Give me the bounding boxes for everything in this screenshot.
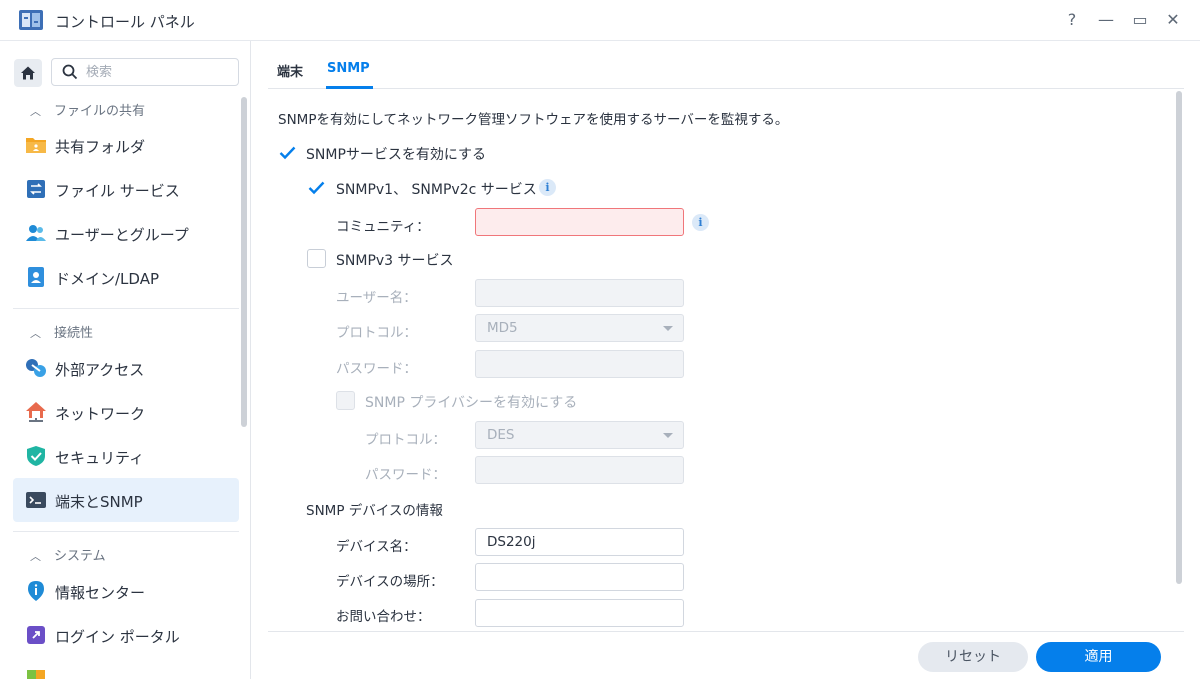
reset-button[interactable]: リセット	[918, 642, 1028, 672]
shield-icon	[27, 446, 45, 466]
network-icon	[26, 402, 46, 422]
tab-bar: 端末 SNMP	[268, 41, 1184, 89]
checkmark-icon	[279, 146, 296, 160]
sidebar-item-label: ファイル サービス	[55, 182, 180, 200]
contact-input[interactable]	[475, 599, 684, 627]
user-group-icon	[26, 225, 46, 241]
sidebar-item-label: 外部アクセス	[55, 361, 145, 379]
apply-button[interactable]: 適用	[1036, 642, 1161, 672]
username-input[interactable]	[475, 279, 684, 307]
device-name-input[interactable]	[475, 528, 684, 556]
password-input[interactable]	[475, 350, 684, 378]
domain-ldap-icon	[28, 267, 44, 287]
content-scrollbar[interactable]	[1176, 91, 1182, 584]
sidebar-item-label: 共有フォルダ	[55, 138, 146, 156]
section-header-connectivity[interactable]: ︿ 接続性	[30, 322, 93, 341]
chevron-up-icon: ︿	[30, 327, 41, 340]
sidebar-item-login-portal[interactable]: ログイン ポータル	[13, 613, 239, 657]
privacy-password-label: パスワード：	[365, 467, 446, 483]
dropdown-arrow-icon	[663, 326, 673, 331]
sidebar-item-label: ネットワーク	[55, 405, 146, 423]
shared-folder-icon	[26, 138, 46, 153]
info-center-icon	[28, 581, 44, 601]
snmp-v1v2c-label: SNMPv1、 SNMPv2c サービス	[336, 182, 537, 198]
sidebar-item-file-services[interactable]: ファイル サービス	[13, 167, 239, 211]
sidebar-item-network[interactable]: ネットワーク	[13, 390, 239, 434]
section-header-system[interactable]: ︿ システム	[30, 545, 106, 564]
sidebar-item-label: 端末とSNMP	[55, 493, 143, 511]
external-access-icon	[26, 359, 46, 377]
sidebar-item-label: 情報センター	[55, 584, 146, 602]
username-label: ユーザー名：	[336, 290, 417, 306]
snmp-privacy-checkbox[interactable]	[336, 391, 355, 410]
snmp-v3-checkbox[interactable]	[307, 249, 326, 268]
search-icon	[62, 64, 78, 80]
protocol-value: MD5	[487, 320, 518, 336]
device-location-input[interactable]	[475, 563, 684, 591]
login-portal-icon	[27, 626, 45, 644]
tab-snmp[interactable]: SNMP	[327, 61, 370, 76]
section-header-file-sharing[interactable]: ︿ ファイルの共有	[30, 100, 145, 119]
protocol-label: プロトコル：	[336, 325, 417, 341]
community-label: コミュニティ：	[336, 219, 430, 235]
sidebar: ︿ファイルの共有 共有フォルダ ファイル サービス ユーザーとグループ ドメイン…	[0, 41, 251, 679]
privacy-protocol-label: プロトコル：	[365, 432, 446, 448]
contact-label: お問い合わせ：	[336, 609, 431, 625]
search-box[interactable]	[51, 58, 239, 86]
community-input[interactable]	[475, 208, 684, 236]
sidebar-item-partial[interactable]	[13, 657, 239, 679]
file-services-icon	[27, 180, 45, 198]
close-button[interactable]: ✕	[1161, 8, 1185, 32]
privacy-protocol-select[interactable]: DES	[475, 421, 684, 449]
divider	[13, 531, 239, 532]
chevron-up-icon: ︿	[30, 550, 41, 563]
divider	[13, 308, 239, 309]
enable-snmp-label: SNMPサービスを有効にする	[306, 147, 487, 163]
search-input[interactable]	[86, 63, 231, 82]
sidebar-item-shared-folder[interactable]: 共有フォルダ	[13, 123, 239, 167]
sidebar-item-external-access[interactable]: 外部アクセス	[13, 346, 239, 390]
help-button[interactable]: ?	[1060, 8, 1084, 32]
main-panel: 端末 SNMP SNMPを有効にしてネットワーク管理ソフトウェアを使用するサーバ…	[252, 41, 1200, 679]
title-bar: コントロール パネル ? — ▭ ✕	[0, 0, 1200, 41]
privacy-protocol-value: DES	[487, 427, 515, 443]
sidebar-item-label: セキュリティ	[55, 449, 145, 467]
minimize-button[interactable]: —	[1094, 8, 1118, 32]
home-icon	[21, 66, 35, 80]
privacy-password-input[interactable]	[475, 456, 684, 484]
sidebar-item-domain-ldap[interactable]: ドメイン/LDAP	[13, 255, 239, 299]
device-info-title: SNMP デバイスの情報	[306, 503, 443, 519]
protocol-select[interactable]: MD5	[475, 314, 684, 342]
snmp-v1v2c-checkbox[interactable]	[307, 178, 326, 197]
snmp-description: SNMPを有効にしてネットワーク管理ソフトウェアを使用するサーバーを監視する。	[278, 112, 789, 128]
snmp-v3-label: SNMPv3 サービス	[336, 253, 454, 269]
snmp-privacy-label: SNMP プライバシーを有効にする	[365, 395, 578, 411]
device-name-label: デバイス名：	[336, 539, 417, 555]
enable-snmp-checkbox[interactable]	[278, 143, 297, 162]
checkmark-icon	[308, 181, 325, 195]
sidebar-item-info-center[interactable]: 情報センター	[13, 569, 239, 613]
sidebar-scrollbar[interactable]	[241, 97, 247, 427]
maximize-button[interactable]: ▭	[1128, 8, 1152, 32]
window-title: コントロール パネル	[55, 13, 195, 31]
theme-icon	[27, 670, 45, 679]
info-icon[interactable]: i	[692, 214, 709, 231]
snmp-settings: SNMPを有効にしてネットワーク管理ソフトウェアを使用するサーバーを監視する。 …	[268, 89, 1184, 631]
sidebar-item-security[interactable]: セキュリティ	[13, 434, 239, 478]
device-location-label: デバイスの場所：	[336, 574, 444, 590]
password-label: パスワード：	[336, 361, 417, 377]
dropdown-arrow-icon	[663, 433, 673, 438]
control-panel-app-icon	[19, 10, 43, 30]
terminal-icon	[26, 492, 46, 508]
footer: リセット 適用	[268, 631, 1184, 679]
chevron-up-icon: ︿	[30, 105, 41, 118]
sidebar-item-label: ログイン ポータル	[55, 628, 180, 646]
sidebar-item-label: ユーザーとグループ	[55, 226, 189, 244]
sidebar-item-label: ドメイン/LDAP	[55, 270, 160, 288]
home-button[interactable]	[14, 59, 42, 87]
sidebar-item-terminal-snmp[interactable]: 端末とSNMP	[13, 478, 239, 522]
info-icon[interactable]: i	[539, 179, 556, 196]
tab-terminal[interactable]: 端末	[277, 61, 303, 80]
sidebar-item-user-group[interactable]: ユーザーとグループ	[13, 211, 239, 255]
